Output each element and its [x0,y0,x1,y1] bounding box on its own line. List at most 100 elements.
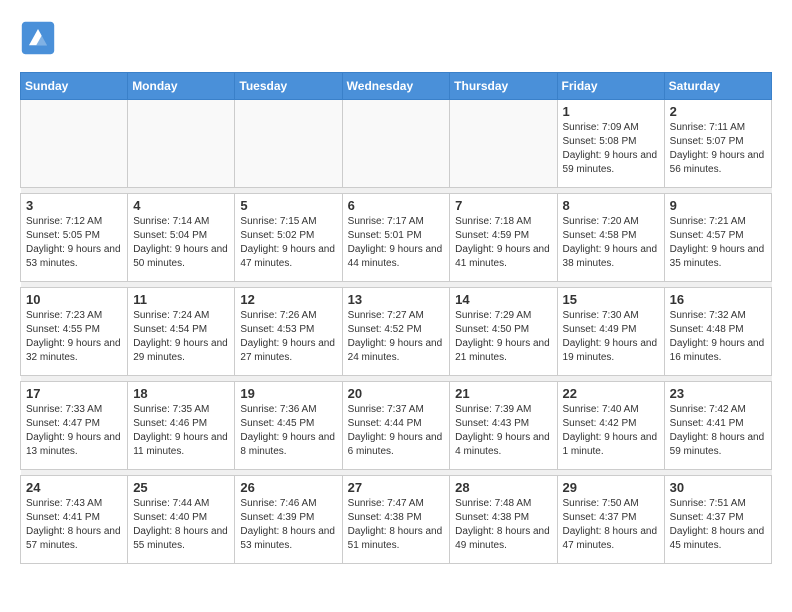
calendar-cell: 14 Sunrise: 7:29 AM Sunset: 4:50 PM Dayli… [450,288,557,376]
day-number: 29 [563,480,659,495]
day-info: Sunrise: 7:29 AM Sunset: 4:50 PM Dayligh… [455,309,551,365]
calendar-cell: 27 Sunrise: 7:47 AM Sunset: 4:38 PM Dayli… [342,476,450,564]
weekday-header: Wednesday [342,73,450,100]
day-info: Sunrise: 7:27 AM Sunset: 4:52 PM Dayligh… [348,309,445,365]
day-number: 5 [240,198,336,213]
logo [20,20,62,56]
day-info: Sunrise: 7:14 AM Sunset: 5:04 PM Dayligh… [133,215,229,271]
calendar-cell: 29 Sunrise: 7:50 AM Sunset: 4:37 PM Dayli… [557,476,664,564]
calendar-cell: 3Sunrise: 7:12 AM Sunset: 5:05 PM Daylig… [21,194,128,282]
day-info: Sunrise: 7:39 AM Sunset: 4:43 PM Dayligh… [455,403,551,459]
calendar-cell: 13 Sunrise: 7:27 AM Sunset: 4:52 PM Dayli… [342,288,450,376]
day-info: Sunrise: 7:26 AM Sunset: 4:53 PM Dayligh… [240,309,336,365]
calendar-cell: 18 Sunrise: 7:35 AM Sunset: 4:46 PM Dayli… [128,382,235,470]
calendar-cell: 1 Sunrise: 7:09 AM Sunset: 5:08 PM Daylig… [557,100,664,188]
day-info: Sunrise: 7:15 AM Sunset: 5:02 PM Dayligh… [240,215,336,271]
calendar-cell [450,100,557,188]
calendar-cell: 30 Sunrise: 7:51 AM Sunset: 4:37 PM Dayli… [664,476,771,564]
header [20,20,772,56]
day-info: Sunrise: 7:20 AM Sunset: 4:58 PM Dayligh… [563,215,659,271]
day-info: Sunrise: 7:37 AM Sunset: 4:44 PM Dayligh… [348,403,445,459]
day-number: 23 [670,386,766,401]
day-info: Sunrise: 7:48 AM Sunset: 4:38 PM Dayligh… [455,497,551,553]
day-info: Sunrise: 7:46 AM Sunset: 4:39 PM Dayligh… [240,497,336,553]
day-number: 28 [455,480,551,495]
day-number: 7 [455,198,551,213]
day-number: 26 [240,480,336,495]
day-number: 4 [133,198,229,213]
day-info: Sunrise: 7:24 AM Sunset: 4:54 PM Dayligh… [133,309,229,365]
day-info: Sunrise: 7:09 AM Sunset: 5:08 PM Dayligh… [563,121,659,177]
day-number: 19 [240,386,336,401]
weekday-header: Monday [128,73,235,100]
day-info: Sunrise: 7:40 AM Sunset: 4:42 PM Dayligh… [563,403,659,459]
day-info: Sunrise: 7:51 AM Sunset: 4:37 PM Dayligh… [670,497,766,553]
calendar-cell: 23 Sunrise: 7:42 AM Sunset: 4:41 PM Dayli… [664,382,771,470]
calendar-cell: 28 Sunrise: 7:48 AM Sunset: 4:38 PM Dayli… [450,476,557,564]
calendar-cell: 4 Sunrise: 7:14 AM Sunset: 5:04 PM Daylig… [128,194,235,282]
day-number: 1 [563,104,659,119]
day-number: 6 [348,198,445,213]
day-info: Sunrise: 7:23 AM Sunset: 4:55 PM Dayligh… [26,309,122,365]
day-info: Sunrise: 7:35 AM Sunset: 4:46 PM Dayligh… [133,403,229,459]
calendar-cell: 7 Sunrise: 7:18 AM Sunset: 4:59 PM Daylig… [450,194,557,282]
day-info: Sunrise: 7:47 AM Sunset: 4:38 PM Dayligh… [348,497,445,553]
calendar-cell: 26 Sunrise: 7:46 AM Sunset: 4:39 PM Dayli… [235,476,342,564]
day-number: 18 [133,386,229,401]
calendar-cell: 20Sunrise: 7:37 AM Sunset: 4:44 PM Dayli… [342,382,450,470]
calendar-cell: 8 Sunrise: 7:20 AM Sunset: 4:58 PM Daylig… [557,194,664,282]
day-number: 21 [455,386,551,401]
day-number: 30 [670,480,766,495]
day-number: 24 [26,480,122,495]
calendar: SundayMondayTuesdayWednesdayThursdayFrid… [20,72,772,564]
day-info: Sunrise: 7:18 AM Sunset: 4:59 PM Dayligh… [455,215,551,271]
calendar-cell: 16 Sunrise: 7:32 AM Sunset: 4:48 PM Dayli… [664,288,771,376]
calendar-cell: 11 Sunrise: 7:24 AM Sunset: 4:54 PM Dayli… [128,288,235,376]
day-number: 14 [455,292,551,307]
day-number: 3 [26,198,122,213]
day-number: 13 [348,292,445,307]
calendar-cell [21,100,128,188]
calendar-cell: 9Sunrise: 7:21 AM Sunset: 4:57 PM Daylig… [664,194,771,282]
week-row: 1 Sunrise: 7:09 AM Sunset: 5:08 PM Daylig… [21,100,772,188]
day-number: 2 [670,104,766,119]
day-info: Sunrise: 7:42 AM Sunset: 4:41 PM Dayligh… [670,403,766,459]
week-row: 10 Sunrise: 7:23 AM Sunset: 4:55 PM Dayli… [21,288,772,376]
day-number: 25 [133,480,229,495]
day-number: 12 [240,292,336,307]
day-number: 8 [563,198,659,213]
day-number: 11 [133,292,229,307]
calendar-cell: 22 Sunrise: 7:40 AM Sunset: 4:42 PM Dayli… [557,382,664,470]
weekday-header: Saturday [664,73,771,100]
calendar-cell: 17Sunrise: 7:33 AM Sunset: 4:47 PM Dayli… [21,382,128,470]
day-number: 10 [26,292,122,307]
weekday-header: Friday [557,73,664,100]
day-number: 27 [348,480,445,495]
day-info: Sunrise: 7:36 AM Sunset: 4:45 PM Dayligh… [240,403,336,459]
day-info: Sunrise: 7:33 AM Sunset: 4:47 PM Dayligh… [26,403,122,459]
calendar-cell: 12 Sunrise: 7:26 AM Sunset: 4:53 PM Dayli… [235,288,342,376]
day-info: Sunrise: 7:44 AM Sunset: 4:40 PM Dayligh… [133,497,229,553]
day-info: Sunrise: 7:50 AM Sunset: 4:37 PM Dayligh… [563,497,659,553]
calendar-cell [128,100,235,188]
week-row: 24 Sunrise: 7:43 AM Sunset: 4:41 PM Dayli… [21,476,772,564]
calendar-cell [235,100,342,188]
weekday-header: Thursday [450,73,557,100]
day-number: 16 [670,292,766,307]
day-info: Sunrise: 7:11 AM Sunset: 5:07 PM Dayligh… [670,121,766,177]
logo-icon [20,20,56,56]
calendar-cell: 10 Sunrise: 7:23 AM Sunset: 4:55 PM Dayli… [21,288,128,376]
day-number: 15 [563,292,659,307]
calendar-cell: 24 Sunrise: 7:43 AM Sunset: 4:41 PM Dayli… [21,476,128,564]
day-info: Sunrise: 7:43 AM Sunset: 4:41 PM Dayligh… [26,497,122,553]
calendar-cell [342,100,450,188]
week-row: 3Sunrise: 7:12 AM Sunset: 5:05 PM Daylig… [21,194,772,282]
weekday-header: Tuesday [235,73,342,100]
day-number: 9 [670,198,766,213]
day-info: Sunrise: 7:32 AM Sunset: 4:48 PM Dayligh… [670,309,766,365]
calendar-cell: 21 Sunrise: 7:39 AM Sunset: 4:43 PM Dayli… [450,382,557,470]
calendar-cell: 15Sunrise: 7:30 AM Sunset: 4:49 PM Dayli… [557,288,664,376]
week-row: 17Sunrise: 7:33 AM Sunset: 4:47 PM Dayli… [21,382,772,470]
calendar-cell: 25 Sunrise: 7:44 AM Sunset: 4:40 PM Dayli… [128,476,235,564]
day-number: 22 [563,386,659,401]
